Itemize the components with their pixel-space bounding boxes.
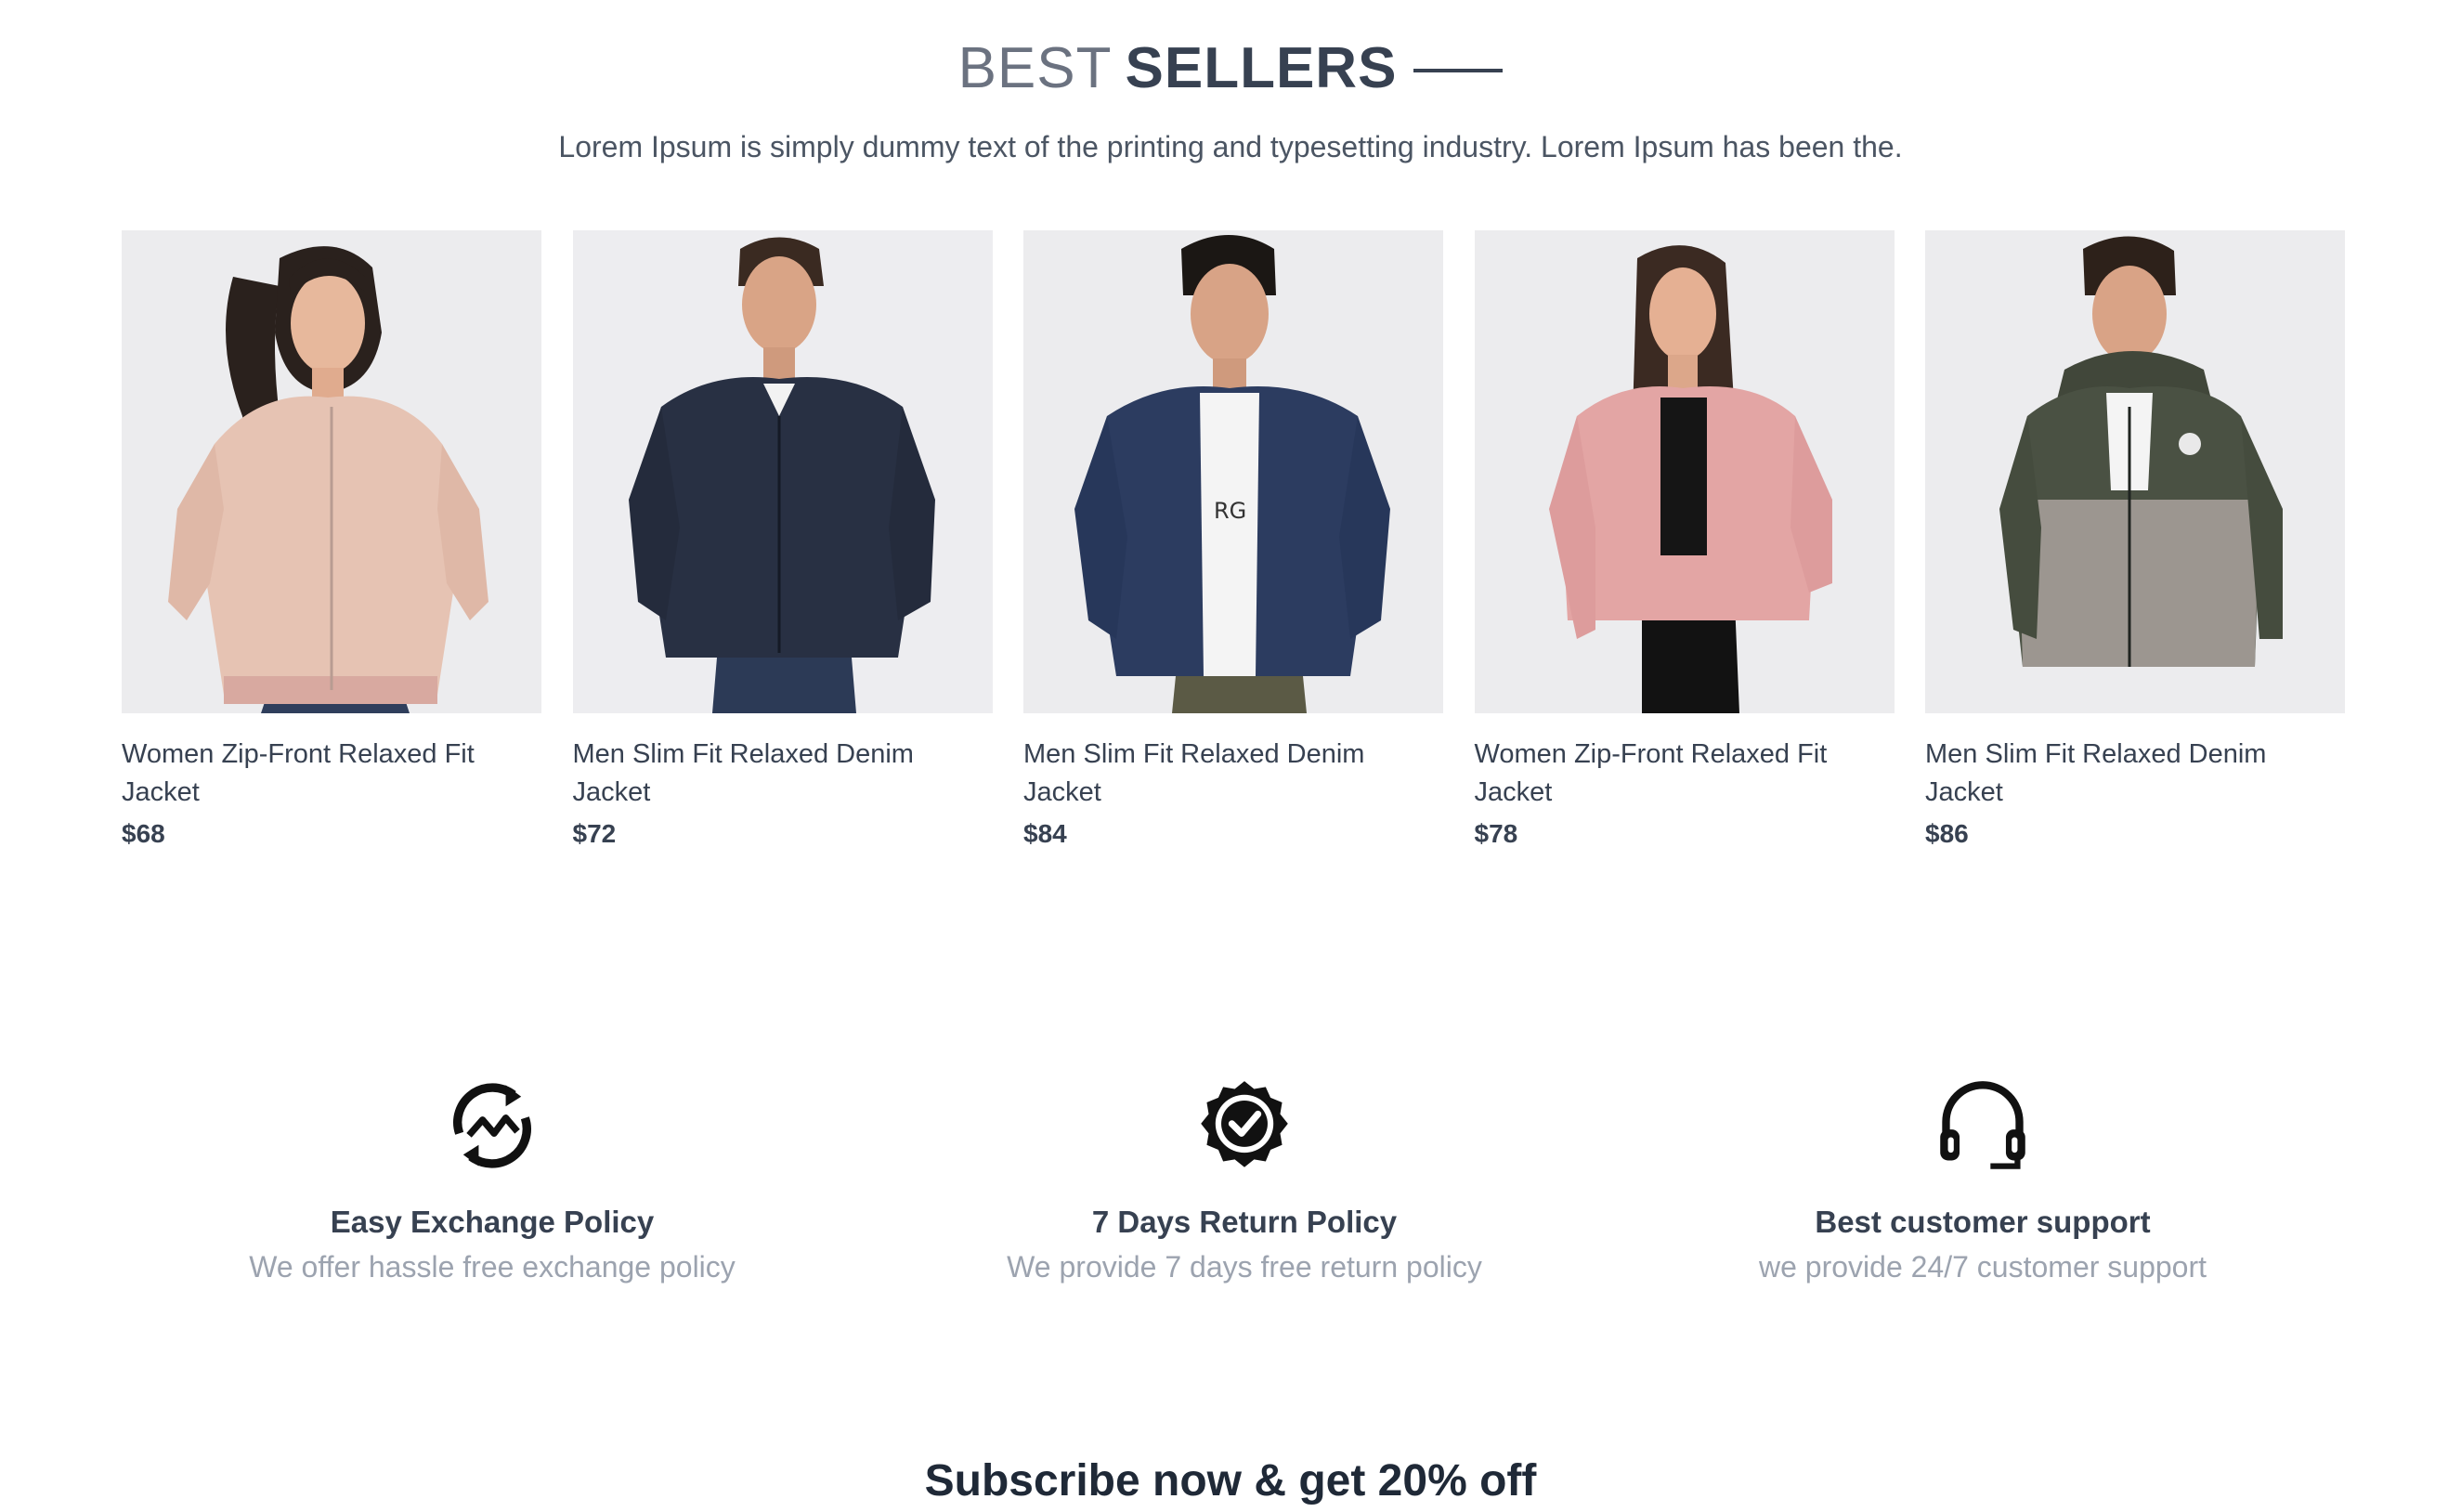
product-image[interactable]: [1925, 230, 2345, 713]
policy-title: Best customer support: [1815, 1205, 2151, 1239]
product-name[interactable]: Men Slim Fit Relaxed Denim Jacket: [573, 736, 993, 812]
policy-title: 7 Days Return Policy: [1091, 1205, 1398, 1239]
product-grid: Women Zip-Front Relaxed Fit Jacket $68 M…: [122, 230, 2345, 851]
product-price: $78: [1474, 819, 1518, 848]
product-name[interactable]: Women Zip-Front Relaxed Fit Jacket: [1475, 736, 1895, 812]
policy-description: We offer hassle free exchange policy: [249, 1250, 736, 1284]
product-photo-woman-pink-jacket: [1474, 230, 1895, 713]
section-title-light: BEST: [957, 36, 1113, 100]
policy-title: Easy Exchange Policy: [330, 1205, 655, 1239]
product-photo-man-denim-jacket: RG: [1023, 230, 1443, 713]
policy-return: 7 Days Return Policy We provide 7 days f…: [919, 1077, 1569, 1287]
product-image[interactable]: [122, 230, 541, 713]
title-divider-line: [1413, 69, 1504, 72]
product-photo-woman-peach-jacket: [122, 230, 541, 713]
product-name[interactable]: Men Slim Fit Relaxed Denim Jacket: [1925, 736, 2345, 812]
quality-badge-icon: [1201, 1081, 1288, 1167]
subscribe-heading: Subscribe now & get 20% off: [924, 1456, 1537, 1505]
section-title-bold: SELLERS: [1125, 36, 1398, 100]
policy-description: we provide 24/7 customer support: [1758, 1250, 2207, 1284]
product-photo-man-puffer-jacket: [1925, 230, 2345, 713]
exchange-icon: [453, 1083, 531, 1168]
product-image[interactable]: [572, 230, 993, 713]
policy-exchange: Easy Exchange Policy We offer hassle fre…: [167, 1077, 817, 1287]
product-card[interactable]: Women Zip-Front Relaxed Fit Jacket $78: [1474, 230, 1895, 851]
product-name[interactable]: Women Zip-Front Relaxed Fit Jacket: [122, 736, 541, 812]
product-photo-man-navy-jacket: [572, 230, 993, 713]
section-title: BEST SELLERS: [958, 32, 1398, 106]
product-image[interactable]: [1474, 230, 1895, 713]
product-card[interactable]: RG Men Slim Fit Relaxed Denim Jacket $84: [1023, 230, 1443, 851]
product-price: $84: [1023, 819, 1067, 848]
product-card[interactable]: Men Slim Fit Relaxed Denim Jacket $86: [1925, 230, 2345, 851]
section-subtitle: Lorem Ipsum is simply dummy text of the …: [558, 130, 1903, 163]
product-name[interactable]: Men Slim Fit Relaxed Denim Jacket: [1023, 736, 1443, 812]
product-card[interactable]: Men Slim Fit Relaxed Denim Jacket $72: [572, 230, 993, 851]
policy-description: We provide 7 days free return policy: [1007, 1250, 1482, 1284]
policy-support: Best customer support we provide 24/7 cu…: [1658, 1077, 2308, 1287]
section-title-row: BEST SELLERS: [0, 32, 2461, 106]
svg-text:RG: RG: [1214, 498, 1246, 524]
product-price: $72: [572, 819, 617, 848]
product-price: $68: [122, 819, 165, 848]
product-price: $86: [1925, 819, 1969, 848]
product-card[interactable]: Women Zip-Front Relaxed Fit Jacket $68: [122, 230, 541, 851]
product-image[interactable]: RG: [1023, 230, 1443, 713]
headset-icon: [1940, 1081, 2025, 1169]
